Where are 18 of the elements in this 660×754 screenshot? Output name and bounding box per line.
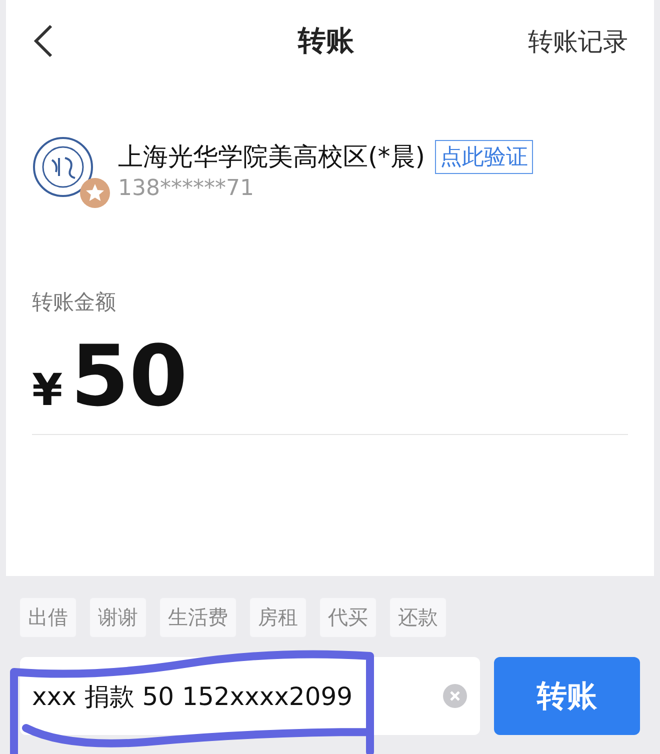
amount-label: 转账金额 (32, 289, 117, 316)
amount-value: 50 (70, 334, 188, 418)
payee-phone: 138******71 (118, 176, 255, 200)
transfer-button[interactable]: 转账 (494, 657, 640, 735)
note-tag[interactable]: 生活费 (160, 598, 236, 637)
note-tag[interactable]: 房租 (250, 598, 306, 637)
verify-link[interactable]: 点此验证 (435, 140, 534, 174)
star-badge-icon (80, 178, 110, 208)
seal-logo-icon (32, 136, 94, 198)
note-tag[interactable]: 出借 (20, 598, 76, 637)
note-tag[interactable]: 代买 (320, 598, 376, 637)
note-tag[interactable]: 谢谢 (90, 598, 146, 637)
page-title: 转账 (298, 23, 354, 59)
payee-name: 上海光华学院美高校区(*晨) (118, 141, 426, 173)
transfer-history-link[interactable]: 转账记录 (528, 24, 628, 58)
back-icon[interactable] (32, 23, 54, 59)
note-tag[interactable]: 还款 (390, 598, 446, 637)
currency-symbol: ¥ (32, 365, 63, 416)
